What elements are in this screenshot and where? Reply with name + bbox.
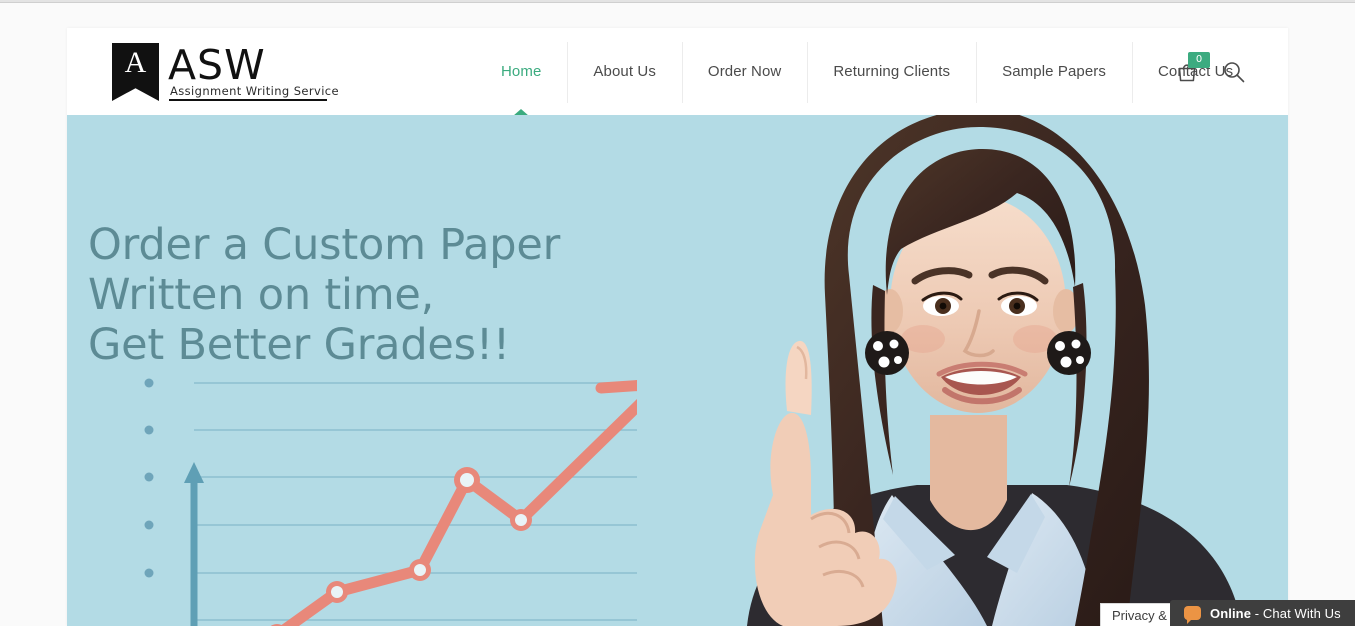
logo-mark-letter: A — [124, 46, 147, 79]
shopping-bag-icon[interactable]: 0 — [1174, 51, 1210, 85]
growth-chart-illustration — [144, 378, 637, 626]
nav-item-label: Order Now — [707, 63, 782, 80]
pupil-right — [1013, 302, 1021, 310]
logo-tagline: Assignment Writing Service — [170, 84, 339, 98]
chart-data-point-center — [460, 473, 474, 487]
main-navigation: Home About Us Order Now Returning Client… — [475, 28, 1259, 116]
hero-photo — [747, 115, 1242, 626]
chat-widget-label: Online - Chat With Us — [1210, 606, 1341, 621]
chart-bullet-dot — [144, 378, 154, 388]
nav-item-home[interactable]: Home — [475, 28, 567, 116]
nav-item-label: Sample Papers — [1002, 63, 1106, 80]
earring-right — [1047, 331, 1091, 375]
search-glyph — [1224, 61, 1245, 82]
chat-separator: - — [1251, 605, 1263, 621]
hero-heading-line-2: Written on time, — [88, 270, 435, 320]
chat-bubble-icon — [1184, 606, 1201, 624]
nav-item-label: About Us — [593, 63, 656, 80]
cart-count-badge: 0 — [1188, 51, 1210, 68]
hero-heading-line-3: Get Better Grades!! — [88, 320, 510, 370]
chart-data-point-center — [515, 514, 527, 526]
chart-bullet-dot — [144, 520, 154, 530]
header-icon-group: 0 — [1174, 28, 1246, 115]
hero-banner: Order a Custom Paper Written on time, Ge… — [67, 115, 1288, 626]
chart-trend-line — [280, 398, 637, 626]
nav-item-label: Home — [501, 63, 542, 80]
hero-heading-line-1: Order a Custom Paper — [88, 220, 561, 270]
pupil-left — [939, 302, 947, 310]
earring-left — [865, 331, 909, 375]
nav-item-order-now[interactable]: Order Now — [681, 28, 807, 115]
browser-top-edge-line — [0, 2, 1355, 3]
chart-bullet-dot — [144, 425, 154, 435]
chart-data-point-center — [331, 586, 343, 598]
chat-widget[interactable]: Online - Chat With Us — [1170, 600, 1355, 626]
pointing-hand — [754, 340, 897, 626]
chart-bullet-dot — [144, 568, 154, 578]
site-logo[interactable]: A ASW Assignment Writing Service — [112, 43, 372, 101]
nav-item-sample-papers[interactable]: Sample Papers — [976, 28, 1132, 115]
chart-bullet-dot — [144, 472, 154, 482]
chat-status: Online — [1210, 605, 1252, 621]
logo-wordmark: ASW — [168, 41, 266, 89]
logo-underline — [169, 99, 327, 101]
search-icon[interactable] — [1222, 60, 1246, 84]
nav-item-label: Returning Clients — [833, 63, 951, 80]
chat-cta: Chat With Us — [1262, 605, 1341, 621]
neck — [930, 415, 1007, 531]
hero-heading: Order a Custom Paper Written on time, Ge… — [88, 220, 560, 370]
page-container: A ASW Assignment Writing Service Home Ab… — [67, 28, 1288, 626]
nav-item-returning-clients[interactable]: Returning Clients — [807, 28, 976, 115]
nav-item-about-us[interactable]: About Us — [567, 28, 682, 115]
chart-data-point-center — [414, 564, 426, 576]
site-header: A ASW Assignment Writing Service Home Ab… — [67, 28, 1288, 116]
index-finger — [785, 340, 812, 415]
